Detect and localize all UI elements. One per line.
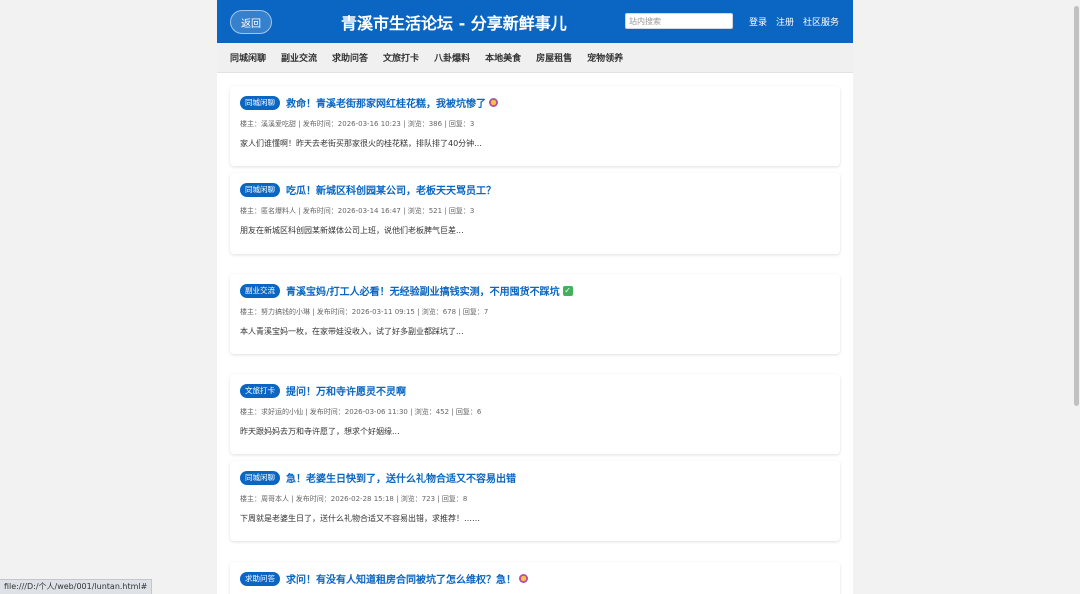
login-link[interactable]: 登录 [749, 15, 767, 28]
post-meta: 楼主：溪溪爱吃甜 | 发布时间：2026-03-16 10:23 | 浏览：38… [240, 120, 475, 128]
post-card: 副业交流 青溪宝妈/打工人必看！无经验副业搞钱实测，不用囤货不踩坑 ✓ 楼主：努… [230, 274, 840, 354]
post-title[interactable]: 求问！有没有人知道租房合同被坑了怎么维权？急！ [286, 571, 516, 586]
check-icon: ✓ [562, 285, 573, 296]
post-tag[interactable]: 求助问答 [240, 571, 280, 586]
post-tag[interactable]: 副业交流 [240, 283, 280, 298]
post-card: 同城闲聊 吃瓜！新城区科创园某公司，老板天天骂员工？ 楼主：匿名爆料人 | 发布… [230, 173, 840, 254]
post-title[interactable]: 吃瓜！新城区科创园某公司，老板天天骂员工？ [286, 182, 496, 197]
post-title[interactable]: 急！老婆生日快到了，送什么礼物合适又不容易出错 [286, 470, 516, 485]
forum-page: 返回 青溪市生活论坛 - 分享新鲜事儿 登录 注册 社区服务 同城闲聊 副业交流… [217, 0, 853, 594]
category-item[interactable]: 文旅打卡 [383, 51, 419, 64]
post-title[interactable]: 提问！万和寺许愿灵不灵啊 [286, 383, 406, 398]
post-tag[interactable]: 同城闲聊 [240, 470, 280, 485]
post-card: 同城闲聊 救命！青溪老街那家网红桂花糕，我被坑惨了 楼主：溪溪爱吃甜 | 发布时… [230, 86, 840, 166]
face-icon [489, 98, 498, 107]
category-item[interactable]: 宠物领养 [587, 51, 623, 64]
category-item[interactable]: 房屋租售 [536, 51, 572, 64]
category-item[interactable]: 八卦爆料 [434, 51, 470, 64]
post-meta: 楼主：匿名爆料人 | 发布时间：2026-03-14 16:47 | 浏览：52… [240, 207, 475, 215]
post-meta: 楼主：周哥本人 | 发布时间：2026-02-28 15:18 | 浏览：723… [240, 495, 468, 503]
post-meta: 楼主：努力搞钱的小琳 | 发布时间：2026-03-11 09:15 | 浏览：… [240, 308, 489, 316]
link-status-bar: file:///D:/个人/web/001/luntan.html# [0, 579, 153, 594]
category-item[interactable]: 求助问答 [332, 51, 368, 64]
face-icon [519, 574, 528, 583]
post-card: 求助问答 求问！有没有人知道租房合同被坑了怎么维权？急！ [230, 562, 840, 594]
scrollbar-thumb[interactable] [1074, 6, 1079, 406]
post-meta: 楼主：求好运的小仙 | 发布时间：2026-03-06 11:30 | 浏览：4… [240, 408, 482, 416]
register-link[interactable]: 注册 [776, 15, 794, 28]
post-excerpt: 昨天跟妈妈去万和寺许愿了，想求个好姻缘... [240, 427, 400, 436]
category-item[interactable]: 同城闲聊 [230, 51, 266, 64]
category-item[interactable]: 本地美食 [485, 51, 521, 64]
post-excerpt: 本人青溪宝妈一枚，在家带娃没收入，试了好多副业都踩坑了... [240, 327, 464, 336]
post-title[interactable]: 救命！青溪老街那家网红桂花糕，我被坑惨了 [286, 95, 486, 110]
scrollbar[interactable] [1072, 0, 1080, 594]
search-input[interactable] [625, 13, 733, 29]
header-links: 登录 注册 社区服务 [749, 15, 839, 28]
post-excerpt: 朋友在新城区科创园某新媒体公司上班，说他们老板脾气巨差... [240, 226, 464, 235]
post-excerpt: 家人们谁懂啊！昨天去老街买那家很火的桂花糕，排队排了40分钟... [240, 139, 482, 148]
back-button[interactable]: 返回 [230, 10, 272, 34]
site-title: 青溪市生活论坛 - 分享新鲜事儿 [341, 14, 567, 33]
category-nav: 同城闲聊 副业交流 求助问答 文旅打卡 八卦爆料 本地美食 房屋租售 宠物领养 [217, 43, 853, 73]
post-excerpt: 下周就是老婆生日了，送什么礼物合适又不容易出错，求推荐！…… [240, 514, 480, 523]
post-tag[interactable]: 文旅打卡 [240, 383, 280, 398]
top-header: 返回 青溪市生活论坛 - 分享新鲜事儿 登录 注册 社区服务 [217, 0, 853, 43]
post-card: 文旅打卡 提问！万和寺许愿灵不灵啊 楼主：求好运的小仙 | 发布时间：2026-… [230, 374, 840, 454]
post-title[interactable]: 青溪宝妈/打工人必看！无经验副业搞钱实测，不用囤货不踩坑 [286, 283, 560, 298]
category-item[interactable]: 副业交流 [281, 51, 317, 64]
post-tag[interactable]: 同城闲聊 [240, 182, 280, 197]
post-card: 同城闲聊 急！老婆生日快到了，送什么礼物合适又不容易出错 楼主：周哥本人 | 发… [230, 461, 840, 541]
community-service-link[interactable]: 社区服务 [803, 15, 839, 28]
post-tag[interactable]: 同城闲聊 [240, 95, 280, 110]
